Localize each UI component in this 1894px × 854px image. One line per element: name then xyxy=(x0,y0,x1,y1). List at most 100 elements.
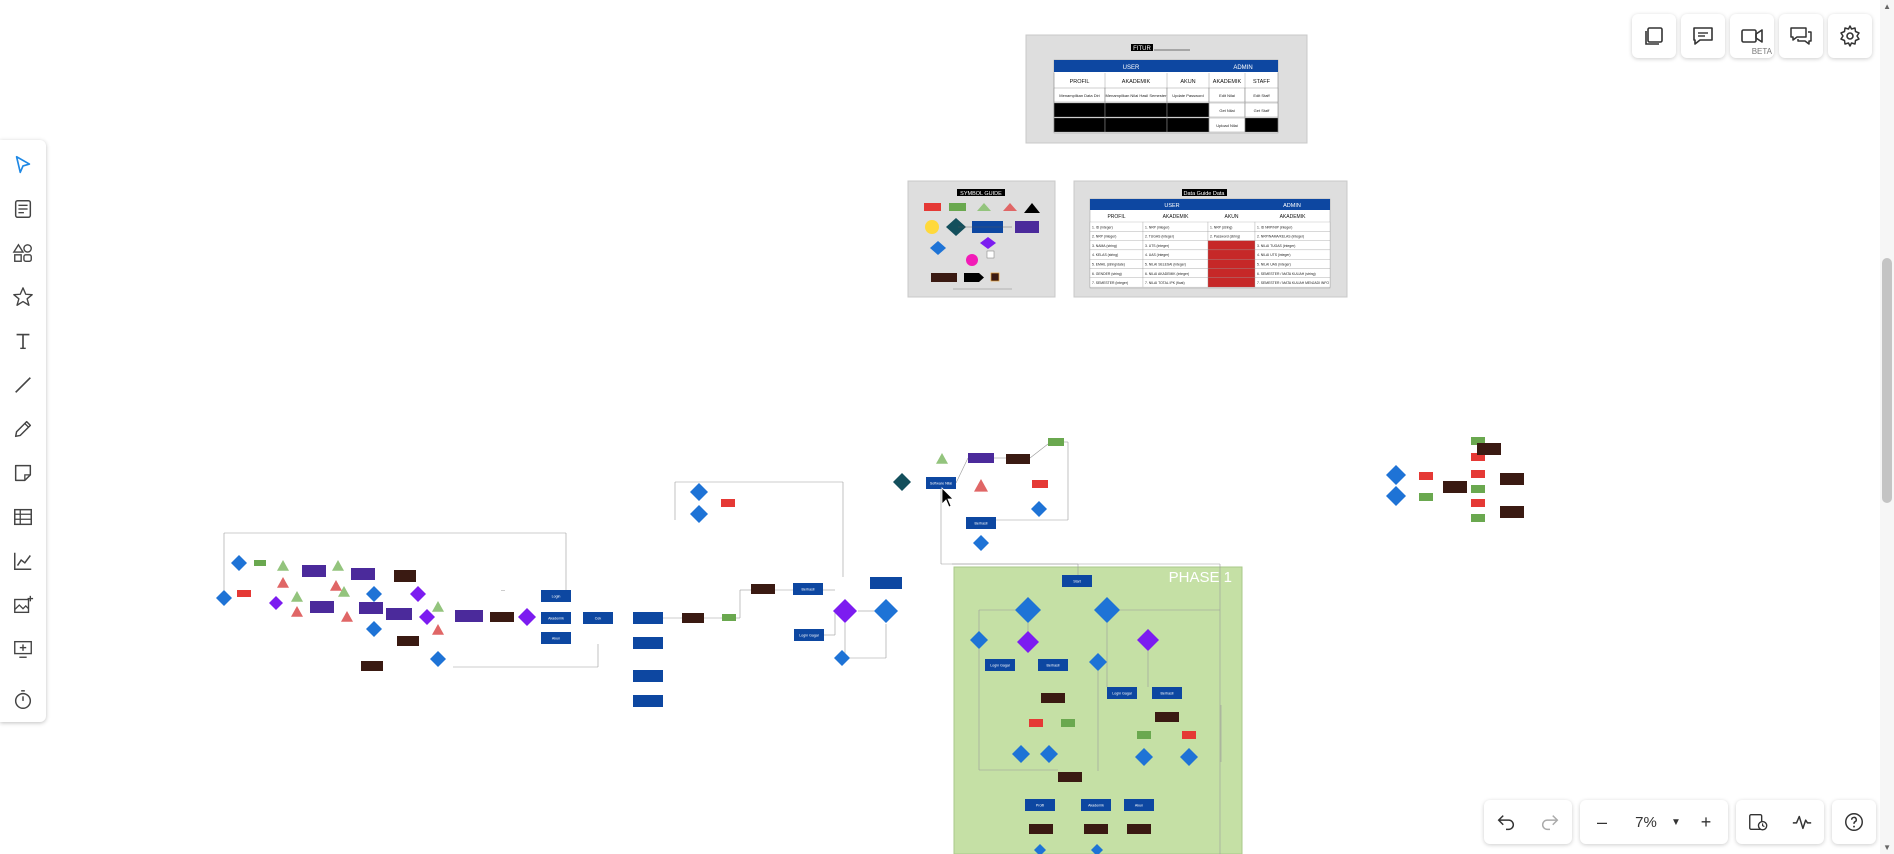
line-tool[interactable] xyxy=(6,368,40,402)
zoom-out-button[interactable]: – xyxy=(1580,800,1624,844)
process-node[interactable] xyxy=(1137,731,1151,739)
process-node[interactable] xyxy=(1029,824,1053,834)
decision-node[interactable] xyxy=(690,483,708,501)
process-node[interactable] xyxy=(386,608,412,620)
process-node[interactable] xyxy=(351,568,375,580)
process-node[interactable] xyxy=(1041,693,1065,703)
process-node[interactable] xyxy=(1032,480,1048,488)
process-node[interactable] xyxy=(633,637,663,649)
decision-node[interactable] xyxy=(410,586,426,602)
chat-button[interactable] xyxy=(1779,14,1823,58)
decision-node[interactable] xyxy=(216,590,232,606)
vertical-scrollbar[interactable]: ▲ ▼ xyxy=(1880,0,1894,854)
select-tool[interactable] xyxy=(6,148,40,182)
triangle-node[interactable] xyxy=(291,606,303,617)
process-node[interactable] xyxy=(359,602,383,614)
redo-button[interactable] xyxy=(1528,800,1572,844)
triangle-node[interactable] xyxy=(341,611,353,622)
triangle-node[interactable] xyxy=(936,453,948,464)
process-node[interactable] xyxy=(968,453,994,463)
process-node[interactable] xyxy=(302,565,326,577)
triangle-node[interactable] xyxy=(974,479,988,492)
process-node[interactable] xyxy=(1029,719,1043,727)
process-node[interactable] xyxy=(1061,719,1075,727)
process-node[interactable] xyxy=(1006,454,1030,464)
decision-node[interactable] xyxy=(231,555,247,571)
board-history-button[interactable] xyxy=(1736,800,1780,844)
process-node[interactable] xyxy=(1127,824,1151,834)
decision-node[interactable] xyxy=(366,586,382,602)
process-node[interactable] xyxy=(1182,731,1196,739)
decision-node[interactable] xyxy=(874,599,898,623)
triangle-node[interactable] xyxy=(432,624,444,635)
whiteboard-canvas[interactable]: FITUR USER ADMIN PROFIL AKADEMIK AKUN AKADE… xyxy=(0,0,1894,854)
diagram-board[interactable]: FITUR USER ADMIN PROFIL AKADEMIK AKUN AKADE… xyxy=(0,0,1894,854)
zoom-in-button[interactable]: + xyxy=(1684,800,1728,844)
help-button[interactable] xyxy=(1832,800,1876,844)
zoom-level[interactable]: 7% xyxy=(1624,814,1668,831)
template-tool[interactable] xyxy=(6,192,40,226)
undo-button[interactable] xyxy=(1484,800,1528,844)
process-node[interactable] xyxy=(633,670,663,682)
process-node[interactable] xyxy=(394,570,416,582)
chart-tool[interactable] xyxy=(6,544,40,578)
decision-node[interactable] xyxy=(690,505,708,523)
process-node[interactable] xyxy=(870,577,902,589)
decision-node[interactable] xyxy=(1386,486,1406,506)
activity-button[interactable] xyxy=(1780,800,1824,844)
process-node[interactable] xyxy=(751,584,775,594)
comments-button[interactable] xyxy=(1681,14,1725,58)
process-node[interactable] xyxy=(254,560,266,566)
decision-node[interactable] xyxy=(893,473,911,491)
process-node[interactable] xyxy=(1419,493,1433,501)
connector-line[interactable] xyxy=(955,457,969,484)
process-node[interactable] xyxy=(1084,824,1108,834)
process-node[interactable] xyxy=(455,610,483,622)
process-node[interactable] xyxy=(721,499,735,507)
process-node[interactable] xyxy=(310,601,334,613)
connector-line[interactable] xyxy=(1029,443,1049,459)
triangle-node[interactable] xyxy=(330,580,342,591)
decision-node[interactable] xyxy=(269,596,283,610)
decision-node[interactable] xyxy=(973,535,989,551)
process-node[interactable] xyxy=(1471,499,1485,507)
settings-button[interactable] xyxy=(1828,14,1872,58)
timer-tool[interactable] xyxy=(6,683,40,717)
process-node[interactable] xyxy=(633,695,663,707)
decision-node[interactable] xyxy=(518,608,536,626)
triangle-node[interactable] xyxy=(277,577,289,588)
diagram-nodes[interactable]: Login Akademik Akun Cek Berhasil Login Gagal S… xyxy=(216,437,1524,854)
image-tool[interactable] xyxy=(6,588,40,622)
process-node[interactable] xyxy=(722,614,736,621)
embed-tool[interactable] xyxy=(6,632,40,666)
process-node[interactable] xyxy=(1471,514,1485,522)
process-node[interactable] xyxy=(1471,470,1485,478)
process-node[interactable] xyxy=(1058,772,1082,782)
process-node[interactable] xyxy=(490,612,514,622)
decision-node[interactable] xyxy=(1031,501,1047,517)
shapes-tool[interactable] xyxy=(6,236,40,270)
pen-tool[interactable] xyxy=(6,412,40,446)
process-node[interactable] xyxy=(1419,472,1433,480)
decision-node[interactable] xyxy=(430,651,446,667)
triangle-node[interactable] xyxy=(291,591,303,602)
decision-node[interactable] xyxy=(834,650,850,666)
process-node[interactable] xyxy=(1048,438,1064,446)
table-tool[interactable] xyxy=(6,500,40,534)
triangle-node[interactable] xyxy=(432,601,444,612)
process-node[interactable] xyxy=(682,613,704,623)
sticky-note-tool[interactable] xyxy=(6,456,40,490)
star-tool[interactable] xyxy=(6,280,40,314)
process-node[interactable] xyxy=(397,636,419,646)
decision-node[interactable] xyxy=(366,621,382,637)
triangle-node[interactable] xyxy=(277,560,289,571)
chevron-down-icon[interactable]: ▼ xyxy=(1668,817,1684,828)
data-guide-frame[interactable]: Data Guide Data USER ADMIN PROFIL AKADEMI… xyxy=(1073,180,1348,298)
process-node[interactable] xyxy=(1443,481,1467,493)
fitur-frame[interactable]: FITUR USER ADMIN PROFIL AKADEMIK AKUN AKADE… xyxy=(1025,34,1308,144)
scroll-up-icon[interactable]: ▲ xyxy=(1883,2,1891,11)
process-node[interactable] xyxy=(1155,712,1179,722)
process-node[interactable] xyxy=(1500,506,1524,518)
scrollbar-thumb[interactable] xyxy=(1882,258,1892,503)
process-node[interactable] xyxy=(1500,473,1524,485)
